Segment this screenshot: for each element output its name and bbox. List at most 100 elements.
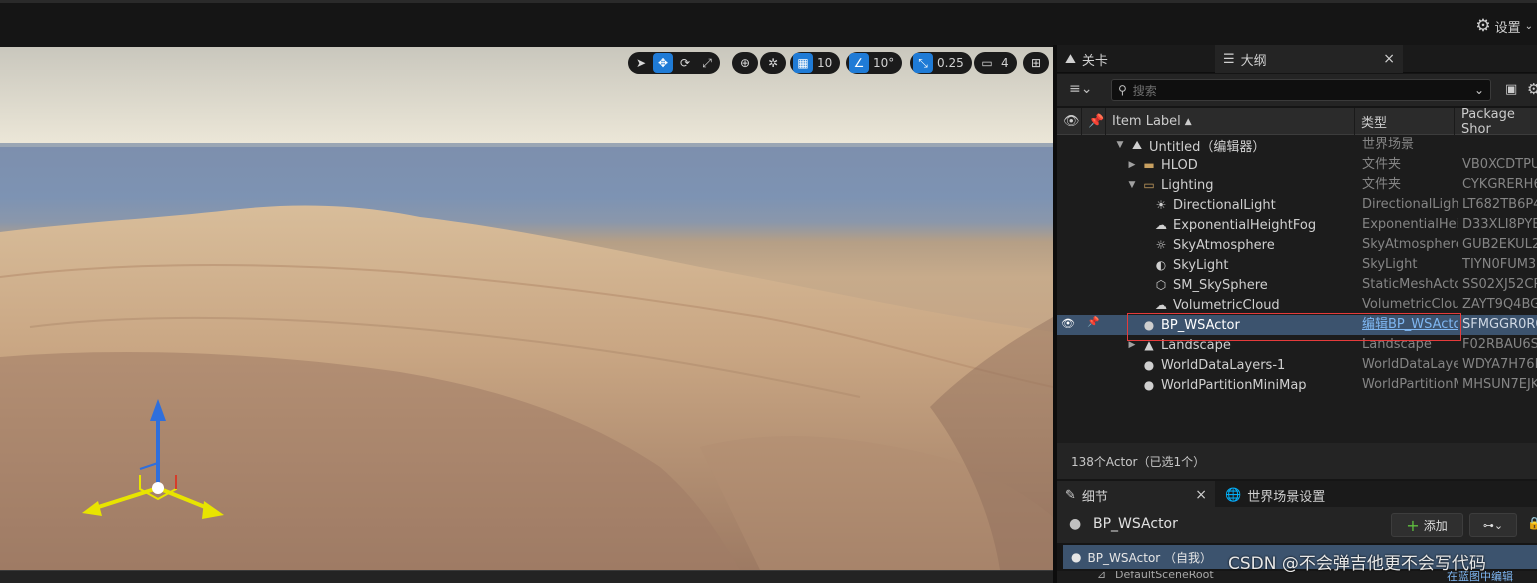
blueprint-options-button[interactable]: ⊶⌄: [1469, 513, 1517, 537]
outliner-row[interactable]: ☁ VolumetricCloud VolumetricClouc ZAYT9Q4BG: [1057, 295, 1537, 315]
expand-arrow-icon[interactable]: ▼: [1127, 180, 1137, 190]
outliner-row[interactable]: ☁ ExponentialHeightFog ExponentialHeig D33X…: [1057, 215, 1537, 235]
row-package: ZAYT9Q4BG: [1462, 297, 1537, 312]
level-viewport[interactable]: ➤ ✥ ⟳ ⤢ ⊕ ✲ ▦ 10 ∠ 10° ⤡ 0.25 ▭ 4 ⊞: [0, 47, 1053, 570]
outliner-row[interactable]: ▼ ⛰ Untitled（编辑器） 世界场景: [1057, 135, 1537, 155]
filter-icon[interactable]: ≡⌄: [1069, 81, 1092, 97]
outliner-row[interactable]: ● WorldPartitionMiniMap WorldPartitionM MHS…: [1057, 375, 1537, 395]
row-type: 文件夹: [1362, 177, 1402, 192]
tab-outliner[interactable]: ☰ 大纲 ×: [1215, 45, 1403, 73]
scale-mode-icon[interactable]: ⤢: [697, 53, 717, 73]
actor-icon: ●: [1143, 358, 1155, 372]
tab-levels[interactable]: ⛰ 关卡: [1057, 45, 1116, 73]
outliner-tab-bar: ⛰ 关卡 ☰ 大纲 ×: [1057, 45, 1537, 73]
outliner-row[interactable]: ▶ ▬ HLOD 文件夹 VB0XCDTPU: [1057, 155, 1537, 175]
hierarchy-icon: ⊶⌄: [1482, 518, 1504, 532]
select-mode-icon[interactable]: ➤: [631, 53, 651, 73]
tab-details[interactable]: ✎ 细节 ×: [1057, 481, 1215, 509]
row-label: SM_SkySphere: [1173, 277, 1268, 293]
row-package: MHSUN7EJK: [1462, 377, 1537, 392]
transform-tools: ➤ ✥ ⟳ ⤢: [628, 52, 720, 74]
levels-icon: ⛰: [1065, 51, 1076, 67]
row-label: Untitled（编辑器）: [1149, 139, 1266, 155]
row-package: TIYN0FUM3: [1462, 257, 1537, 272]
angle-snap-value[interactable]: 10°: [871, 56, 899, 70]
row-label-group: ▶ ▬ HLOD: [1127, 155, 1198, 175]
package-header-text: Package Shor: [1461, 106, 1515, 137]
outliner-row[interactable]: ● WorldDataLayers-1 WorldDataLayer WDYA7H76…: [1057, 355, 1537, 375]
lock-icon[interactable]: 🔒: [1527, 516, 1537, 530]
row-package: CYKGRERH6: [1462, 177, 1537, 192]
add-label: 添加: [1423, 518, 1448, 533]
editor-top-bar: ⚙ 设置 ⌄: [0, 0, 1537, 45]
row-label-group: ▼ ⛰ Untitled（编辑器）: [1115, 135, 1266, 155]
type-header[interactable]: 类型: [1354, 108, 1454, 135]
close-icon[interactable]: ×: [1383, 51, 1395, 67]
chevron-down-icon: ⌄: [1524, 20, 1533, 32]
row-type: 文件夹: [1362, 157, 1402, 172]
row-label: HLOD: [1161, 157, 1198, 173]
pencil-icon: ✎: [1065, 487, 1076, 503]
row-label: WorldDataLayers-1: [1161, 357, 1286, 373]
watermark: CSDN @不会弹吉他更不会写代码: [1228, 554, 1486, 574]
camera-speed-value[interactable]: 4: [999, 56, 1014, 70]
surface-snap-icon[interactable]: ✲: [763, 53, 783, 73]
row-label-group: ☼ SkyAtmosphere: [1139, 235, 1275, 255]
expand-arrow-icon[interactable]: ▶: [1127, 160, 1137, 170]
settings-button[interactable]: ⚙ 设置 ⌄: [1475, 16, 1533, 36]
tab-levels-label: 关卡: [1081, 53, 1108, 69]
row-label: WorldPartitionMiniMap: [1161, 377, 1307, 393]
row-type: SkyLight: [1362, 257, 1418, 272]
eye-icon[interactable]: 👁: [1061, 317, 1075, 330]
row-type: StaticMeshActo: [1362, 277, 1458, 292]
tab-outliner-label: 大纲: [1240, 53, 1267, 69]
item-label-header-text: Item Label: [1112, 114, 1181, 129]
expand-arrow-icon[interactable]: ▶: [1127, 340, 1137, 350]
pin-icon[interactable]: 📌: [1087, 317, 1099, 328]
expand-arrow-icon[interactable]: ▼: [1115, 140, 1125, 150]
eye-icon: 👁: [1063, 114, 1080, 129]
scale-snap-icon[interactable]: ⤡: [913, 53, 933, 73]
package-header[interactable]: Package Shor: [1454, 106, 1537, 137]
row-label-group: ⬡ SM_SkySphere: [1139, 275, 1268, 295]
sort-ascending-icon: ▲: [1184, 116, 1192, 127]
search-placeholder: 搜索: [1132, 83, 1157, 98]
mesh-icon: ⬡: [1155, 278, 1167, 292]
atmosphere-icon: ☼: [1155, 238, 1167, 252]
add-component-button[interactable]: + 添加: [1391, 513, 1463, 537]
item-label-header[interactable]: Item Label ▲: [1105, 108, 1354, 135]
angle-snap-icon[interactable]: ∠: [849, 53, 869, 73]
gear-icon[interactable]: ⚙: [1527, 80, 1537, 98]
row-label: SkyAtmosphere: [1173, 237, 1275, 253]
outliner-row[interactable]: ☼ SkyAtmosphere SkyAtmosphere GUB2EKUL2: [1057, 235, 1537, 255]
add-folder-icon[interactable]: ▣: [1505, 82, 1517, 97]
row-label-group: ● WorldPartitionMiniMap: [1127, 375, 1307, 395]
translate-mode-icon[interactable]: ✥: [653, 53, 673, 73]
visibility-column[interactable]: 👁: [1057, 108, 1081, 135]
row-label: DirectionalLight: [1173, 197, 1276, 213]
grid-snap-icon[interactable]: ▦: [793, 53, 813, 73]
row-type: DirectionalLight: [1362, 197, 1458, 212]
grid-snap-value[interactable]: 10: [815, 56, 837, 70]
outliner-row[interactable]: ⬡ SM_SkySphere StaticMeshActo SS02XJ52CR: [1057, 275, 1537, 295]
camera-icon[interactable]: ▭: [977, 53, 997, 73]
details-header: ● BP_WSActor + 添加 ⊶⌄ 🔒: [1057, 507, 1537, 543]
row-package: [1462, 135, 1537, 155]
outliner-row[interactable]: ▼ ▭ Lighting 文件夹 CYKGRERH6: [1057, 175, 1537, 195]
row-type: SkyAtmosphere: [1362, 237, 1458, 252]
pin-column[interactable]: 📌: [1081, 108, 1105, 135]
outliner-row[interactable]: ☀ DirectionalLight DirectionalLight LT682TB…: [1057, 195, 1537, 215]
search-input[interactable]: ⚲ 搜索 ⌄: [1111, 79, 1491, 101]
row-label: SkyLight: [1173, 257, 1229, 273]
scale-snap-value[interactable]: 0.25: [935, 56, 969, 70]
row-package: GUB2EKUL2: [1462, 237, 1537, 252]
pin-icon: 📌: [1088, 114, 1105, 129]
rotate-mode-icon[interactable]: ⟳: [675, 53, 695, 73]
globe-icon[interactable]: ⊕: [735, 53, 755, 73]
viewport-layout-icon[interactable]: ⊞: [1026, 53, 1046, 73]
scale-snap: ⤡ 0.25: [910, 52, 972, 74]
tab-world-settings[interactable]: 🌐 世界场景设置: [1217, 481, 1333, 509]
outliner-row[interactable]: ◐ SkyLight SkyLight TIYN0FUM3: [1057, 255, 1537, 275]
chevron-down-icon[interactable]: ⌄: [1474, 83, 1484, 97]
close-icon[interactable]: ×: [1195, 487, 1207, 503]
